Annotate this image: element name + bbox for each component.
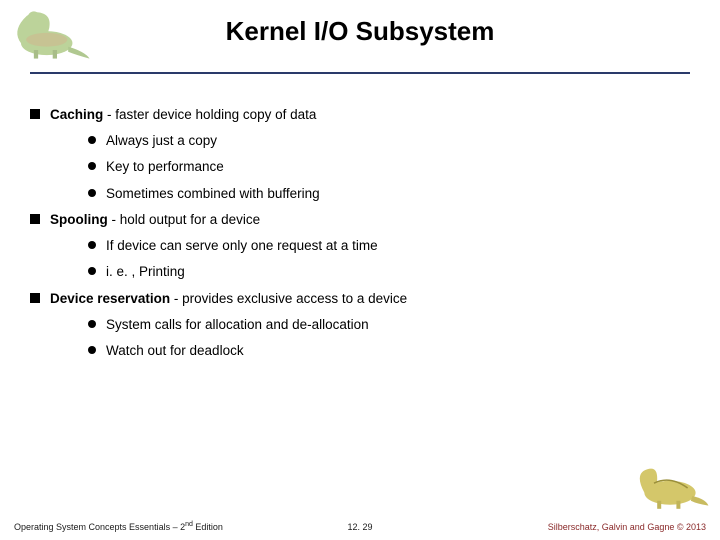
subbullet: Sometimes combined with buffering [88,185,690,203]
slide-footer: Operating System Concepts Essentials – 2… [0,516,720,532]
square-bullet-icon [30,214,40,224]
bullet-text: Device reservation - provides exclusive … [50,290,690,308]
slide-header: Kernel I/O Subsystem [0,0,720,80]
circle-bullet-icon [88,346,96,354]
bullet-spooling: Spooling - hold output for a device [30,211,690,229]
circle-bullet-icon [88,267,96,275]
slide-content: Caching - faster device holding copy of … [0,80,720,360]
slide-title: Kernel I/O Subsystem [0,10,720,47]
bullet-text: Caching - faster device holding copy of … [50,106,690,124]
subbullet: Always just a copy [88,132,690,150]
subbullet: System calls for allocation and de-alloc… [88,316,690,334]
circle-bullet-icon [88,162,96,170]
slide: Kernel I/O Subsystem Caching - faster de… [0,0,720,540]
dinosaur-top-icon [6,2,96,62]
bullet-caching: Caching - faster device holding copy of … [30,106,690,124]
square-bullet-icon [30,109,40,119]
subbullet: If device can serve only one request at … [88,237,690,255]
circle-bullet-icon [88,241,96,249]
circle-bullet-icon [88,320,96,328]
dinosaur-bottom-icon [630,464,710,512]
footer-copyright: Silberschatz, Galvin and Gagne © 2013 [548,522,706,532]
subbullet: i. e. , Printing [88,263,690,281]
subbullet: Key to performance [88,158,690,176]
subbullet: Watch out for deadlock [88,342,690,360]
circle-bullet-icon [88,189,96,197]
square-bullet-icon [30,293,40,303]
circle-bullet-icon [88,136,96,144]
bullet-device-reservation: Device reservation - provides exclusive … [30,290,690,308]
bullet-text: Spooling - hold output for a device [50,211,690,229]
title-rule [30,72,690,74]
